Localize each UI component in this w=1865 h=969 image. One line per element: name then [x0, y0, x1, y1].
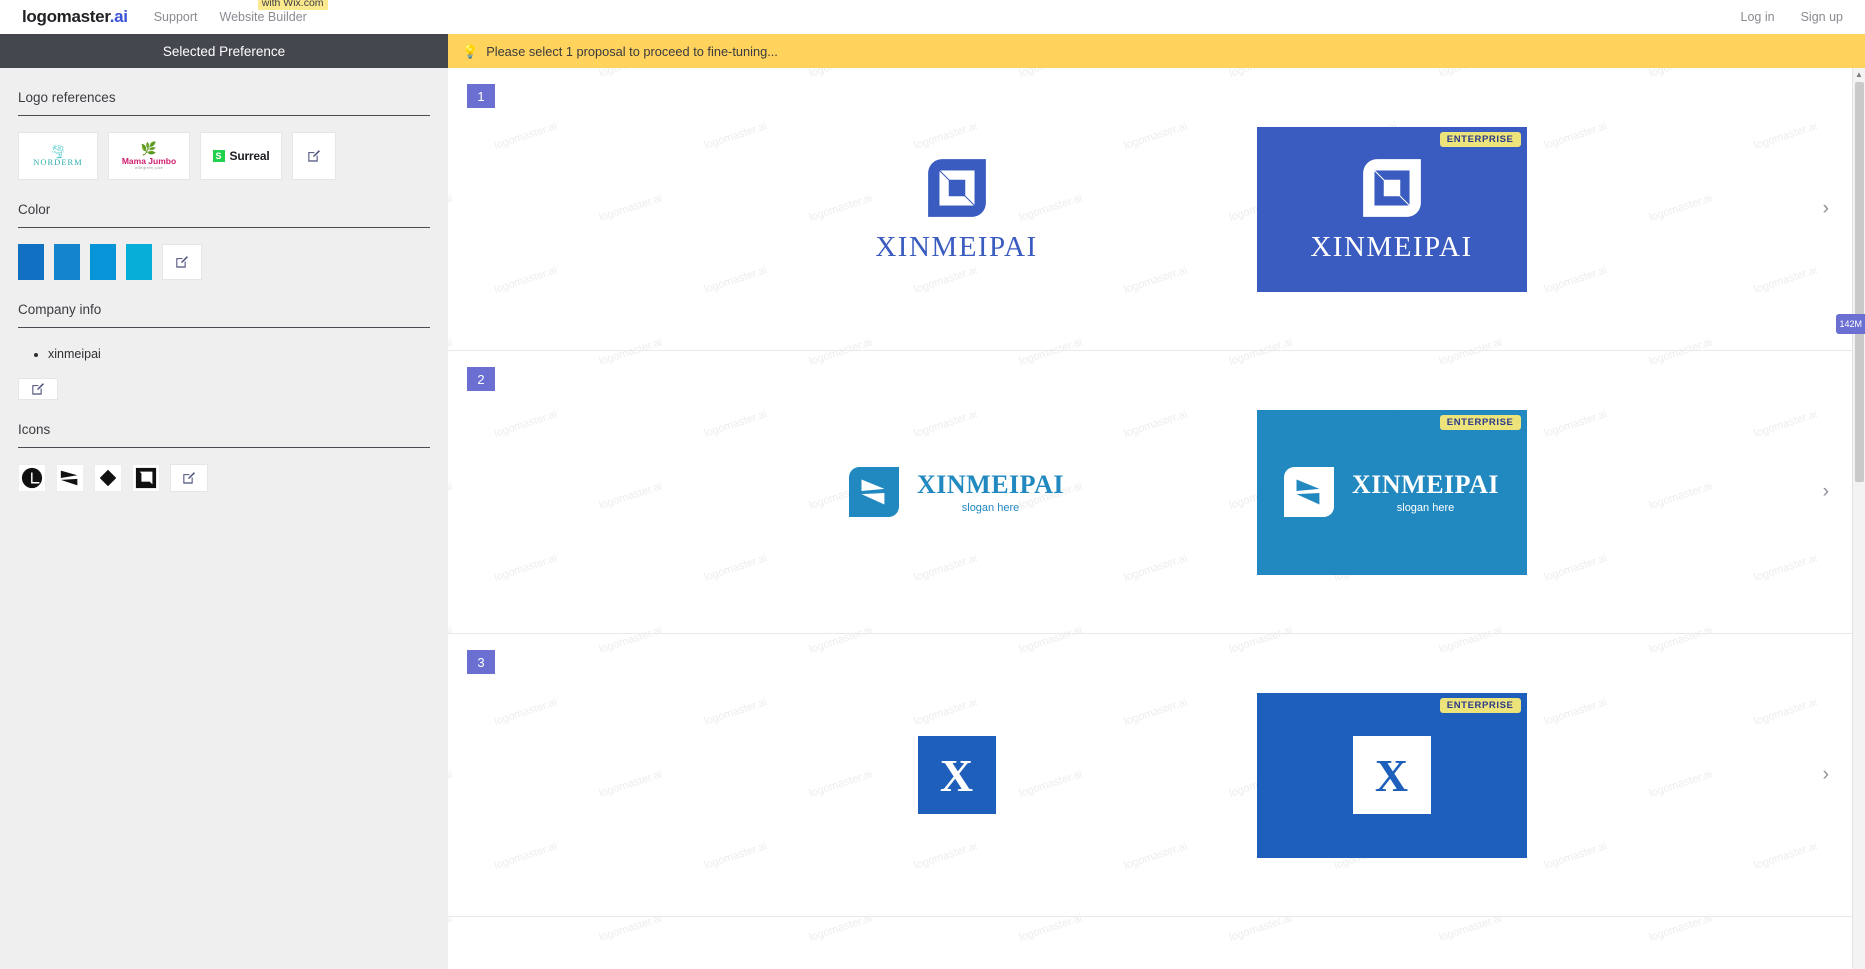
proposal-2-dark-variant[interactable]: ENTERPRISE XINMEIPAI slogan here	[1257, 410, 1527, 575]
surreal-badge-icon: S	[213, 150, 225, 162]
proposal-1-wordmark-dark: XINMEIPAI	[1310, 231, 1472, 264]
proposal-2-wordmark: XINMEIPAI	[917, 470, 1064, 500]
square-corner-icon	[135, 467, 157, 489]
section-title-icons: Icons	[18, 422, 430, 447]
proposal-3-next-arrow[interactable]: ›	[1823, 764, 1829, 786]
proposal-3-light-variant[interactable]: X	[787, 693, 1127, 858]
list-item: xinmeipai	[48, 344, 430, 364]
circle-l-icon	[21, 467, 43, 489]
nav-link-website-builder[interactable]: Website Builder	[220, 10, 307, 24]
selected-preference-title: Selected Preference	[0, 34, 448, 68]
proposal-2-slogan-dark: slogan here	[1397, 502, 1455, 514]
scroll-up-arrow[interactable]: ▲	[1853, 68, 1865, 81]
proposal-1-wordmark: XINMEIPAI	[875, 231, 1037, 264]
divider	[18, 115, 430, 116]
divider	[18, 447, 430, 448]
color-swatch-2[interactable]	[54, 244, 80, 280]
proposal-row-2: 2 XINMEIPAI slogan here	[448, 351, 1865, 634]
proposal-row-3: 3 X ENTERPRISE X ›	[448, 634, 1865, 917]
proposals-panel[interactable]: logomaster.ailogomaster.ailogomaster.ail…	[448, 68, 1865, 969]
diamond-icon	[97, 467, 119, 489]
login-link[interactable]: Log in	[1741, 10, 1775, 24]
lightbulb-icon: 💡	[462, 45, 478, 58]
section-company-info: Company info xinmeipai	[18, 302, 430, 400]
letter-x-square-icon: X	[918, 736, 996, 814]
edit-logo-references-button[interactable]	[292, 132, 336, 180]
edit-company-info-button[interactable]	[18, 378, 58, 400]
signup-link[interactable]: Sign up	[1801, 10, 1843, 24]
enterprise-badge: ENTERPRISE	[1440, 698, 1521, 713]
proposal-2-next-arrow[interactable]: ›	[1823, 481, 1829, 503]
proposal-1-dark-variant[interactable]: ENTERPRISE XINMEIPAI	[1257, 127, 1527, 292]
side-tab-counter[interactable]: 142M	[1836, 314, 1865, 334]
logo-reference-label: Surreal	[230, 149, 270, 163]
leaf-icon: 🌿	[122, 142, 176, 157]
color-swatches	[18, 244, 430, 280]
section-color: Color	[18, 202, 430, 280]
logo-reference-norderm[interactable]: 🌪 NORDERM	[18, 132, 98, 180]
edit-icons-button[interactable]	[170, 464, 208, 492]
logo-reference-surreal[interactable]: S Surreal	[200, 132, 282, 180]
brand-suffix: .ai	[110, 7, 128, 26]
proposal-1-next-arrow[interactable]: ›	[1823, 198, 1829, 220]
wix-badge: with Wix.com	[258, 0, 328, 10]
edit-icon	[182, 471, 196, 485]
preferences-sidebar: Logo references 🌪 NORDERM 🌿 Mama Jumbo w…	[0, 68, 448, 969]
icon-option-square-corner[interactable]	[132, 464, 160, 492]
section-title-company-info: Company info	[18, 302, 430, 327]
proposal-1-light-variant[interactable]: XINMEIPAI	[787, 127, 1127, 292]
proposal-2-wordmark-dark: XINMEIPAI	[1352, 470, 1499, 500]
page-body: Logo references 🌪 NORDERM 🌿 Mama Jumbo w…	[0, 68, 1865, 969]
proposal-number: 2	[467, 367, 495, 391]
edit-icon	[307, 149, 321, 163]
flag-arrow-icon	[59, 467, 81, 489]
notice-banner: 💡 Please select 1 proposal to proceed to…	[448, 34, 1865, 68]
edit-icon	[175, 255, 189, 269]
color-swatch-3[interactable]	[90, 244, 116, 280]
logo-reference-label: NORDERM	[33, 158, 83, 167]
brand-logo[interactable]: logomaster.ai	[22, 7, 128, 27]
top-navigation-bar: logomaster.ai Support Website Builder wi…	[0, 0, 1865, 34]
rounded-square-inner-icon	[924, 155, 990, 221]
color-swatch-4[interactable]	[126, 244, 152, 280]
icon-option-circle-l[interactable]	[18, 464, 46, 492]
proposal-number: 3	[467, 650, 495, 674]
account-links: Log in Sign up	[1741, 10, 1843, 24]
logo-reference-label: Mama Jumbo	[122, 157, 176, 167]
enterprise-badge: ENTERPRISE	[1440, 132, 1521, 147]
edit-icon	[31, 382, 45, 396]
icon-option-diamond[interactable]	[94, 464, 122, 492]
section-icons: Icons	[18, 422, 430, 492]
icon-option-flag-arrow[interactable]	[56, 464, 84, 492]
proposal-number: 1	[467, 84, 495, 108]
enterprise-badge: ENTERPRISE	[1440, 415, 1521, 430]
color-swatch-1[interactable]	[18, 244, 44, 280]
secondary-bar: Selected Preference 💡 Please select 1 pr…	[0, 34, 1865, 68]
main-nav-links: Support Website Builder with Wix.com	[154, 10, 307, 24]
logo-reference-mama-jumbo[interactable]: 🌿 Mama Jumbo wild green juice	[108, 132, 190, 180]
proposal-3-dark-variant[interactable]: ENTERPRISE X	[1257, 693, 1527, 858]
divider	[18, 327, 430, 328]
bowtie-arrow-icon	[849, 467, 899, 517]
bowtie-arrow-icon	[1284, 467, 1334, 517]
section-title-logo-references: Logo references	[18, 90, 430, 115]
proposal-2-slogan: slogan here	[962, 502, 1020, 514]
nav-link-support[interactable]: Support	[154, 10, 198, 24]
section-title-color: Color	[18, 202, 430, 227]
proposal-2-light-variant[interactable]: XINMEIPAI slogan here	[787, 410, 1127, 575]
notice-text: Please select 1 proposal to proceed to f…	[486, 44, 778, 59]
rounded-square-inner-icon	[1359, 155, 1425, 221]
logo-reference-sublabel: wild green juice	[122, 166, 176, 170]
divider	[18, 227, 430, 228]
logo-reference-tiles: 🌪 NORDERM 🌿 Mama Jumbo wild green juice …	[18, 132, 430, 180]
letter-x-square-icon-dark: X	[1353, 736, 1431, 814]
vertical-scrollbar[interactable]: ▲	[1852, 68, 1865, 969]
scrollbar-thumb[interactable]	[1855, 82, 1864, 482]
icon-tiles	[18, 464, 430, 492]
company-info-list: xinmeipai	[48, 344, 430, 364]
proposal-row-1: 1 XINMEIPAI ENTERPRISE	[448, 68, 1865, 351]
brand-name: logomaster	[22, 7, 110, 26]
section-logo-references: Logo references 🌪 NORDERM 🌿 Mama Jumbo w…	[18, 90, 430, 180]
edit-color-button[interactable]	[162, 244, 202, 280]
